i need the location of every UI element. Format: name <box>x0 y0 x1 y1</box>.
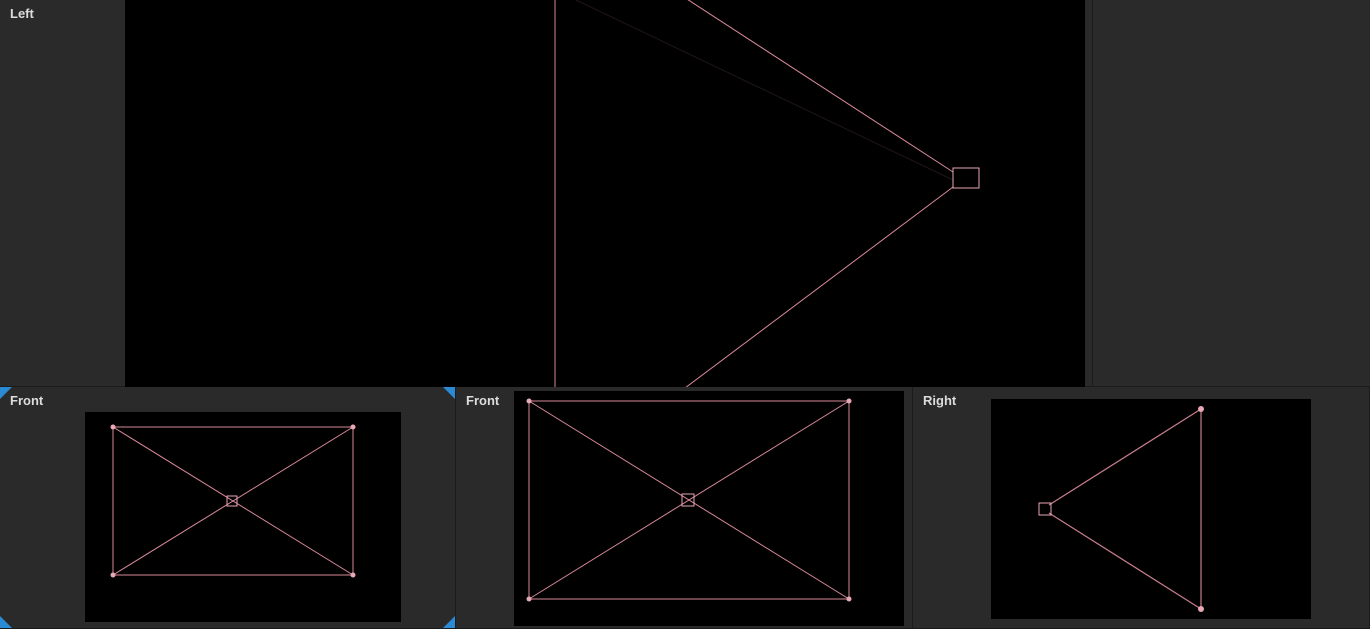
viewport-label-left: Left <box>10 6 34 21</box>
viewport-canvas-front-1[interactable] <box>85 412 401 622</box>
viewport-front-2[interactable]: Front <box>456 387 913 629</box>
viewport-label-front-2: Front <box>466 393 499 408</box>
viewport-front-1[interactable]: Front <box>0 387 456 629</box>
camera-node-box[interactable] <box>953 168 979 188</box>
camera-node-box[interactable] <box>227 496 237 506</box>
camera-node-box[interactable] <box>682 494 694 506</box>
selection-corner-icon <box>443 616 455 628</box>
viewport-canvas-left[interactable] <box>125 0 1085 387</box>
viewport-label-front-1: Front <box>10 393 43 408</box>
viewport-right[interactable]: Right <box>913 387 1370 629</box>
viewport-canvas-front-2[interactable] <box>514 391 904 626</box>
viewport-grid: Left Front <box>0 0 1370 629</box>
viewport-label-right: Right <box>923 393 956 408</box>
viewport-left[interactable]: Left <box>0 0 1093 387</box>
viewport-canvas-right[interactable] <box>991 399 1311 619</box>
right-gutter <box>1093 0 1370 387</box>
selection-corner-icon <box>0 616 12 628</box>
selection-corner-icon <box>443 387 455 399</box>
